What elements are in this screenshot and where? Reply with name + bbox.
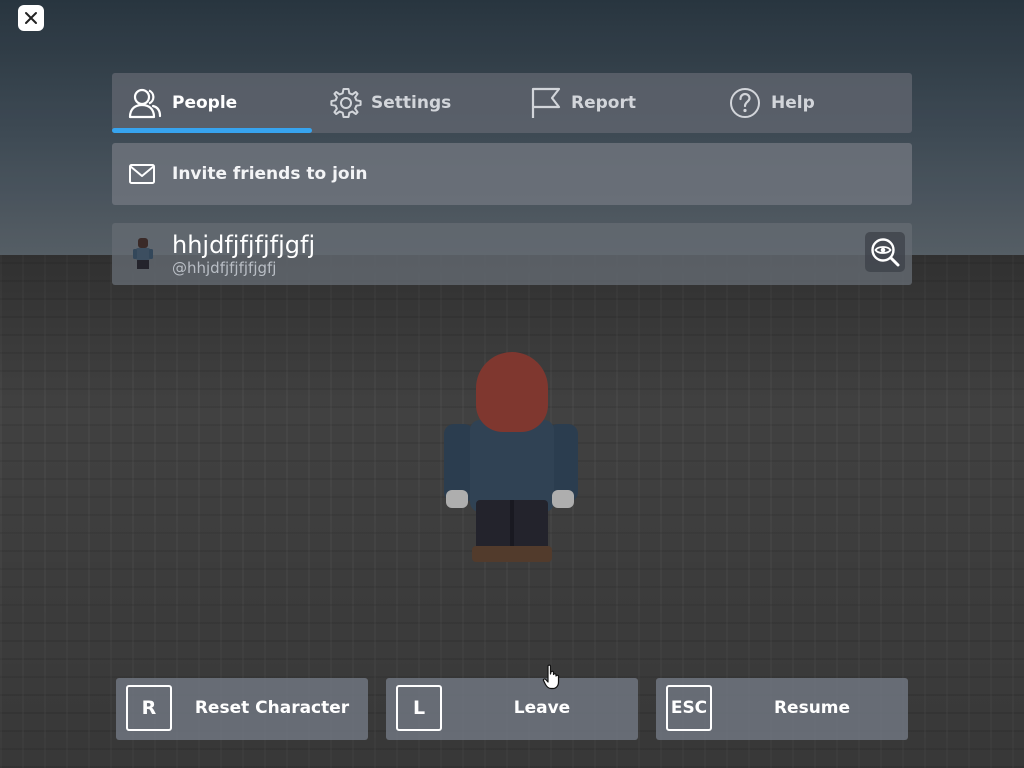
tab-settings[interactable]: Settings bbox=[312, 73, 512, 133]
leave-label: Leave bbox=[513, 698, 571, 718]
view-avatar-button[interactable] bbox=[865, 232, 905, 272]
resume-button[interactable]: ESC Resume bbox=[656, 678, 908, 740]
active-tab-indicator bbox=[112, 128, 312, 133]
tab-report[interactable]: Report bbox=[512, 73, 712, 133]
help-icon bbox=[730, 88, 760, 118]
view-avatar-icon bbox=[871, 238, 900, 267]
gear-icon bbox=[330, 88, 362, 118]
tab-settings-label: Settings bbox=[371, 93, 452, 113]
key-hint-esc: ESC bbox=[666, 685, 712, 731]
mail-icon bbox=[129, 164, 155, 184]
player-display-name: hhjdfjfjfjfjgfj bbox=[172, 231, 316, 259]
tab-report-label: Report bbox=[571, 93, 636, 113]
reset-character-button[interactable]: R Reset Character bbox=[116, 678, 368, 740]
mouse-cursor-icon bbox=[542, 664, 560, 690]
flag-icon bbox=[531, 87, 561, 118]
player-username: @hhjdfjfjfjfjgfj bbox=[172, 259, 277, 277]
player-avatar-thumbnail bbox=[133, 238, 153, 269]
resume-label: Resume bbox=[773, 698, 851, 718]
tab-people-label: People bbox=[172, 93, 238, 113]
tab-help-label: Help bbox=[771, 93, 815, 113]
people-icon bbox=[128, 88, 162, 119]
close-icon bbox=[25, 12, 37, 24]
reset-character-label: Reset Character bbox=[194, 698, 350, 718]
tab-people[interactable]: People bbox=[112, 73, 312, 133]
tab-help[interactable]: Help bbox=[712, 73, 912, 133]
menu-tab-bar: People Settings Report Help bbox=[112, 73, 912, 133]
invite-label: Invite friends to join bbox=[172, 164, 368, 184]
key-hint-l: L bbox=[396, 685, 442, 731]
key-hint-r: R bbox=[126, 685, 172, 731]
leave-button[interactable]: L Leave bbox=[386, 678, 638, 740]
invite-friends-button[interactable]: Invite friends to join bbox=[112, 143, 912, 205]
close-menu-button[interactable] bbox=[18, 5, 44, 31]
player-list-item[interactable]: hhjdfjfjfjfjgfj @hhjdfjfjfjfjgfj bbox=[112, 223, 912, 285]
